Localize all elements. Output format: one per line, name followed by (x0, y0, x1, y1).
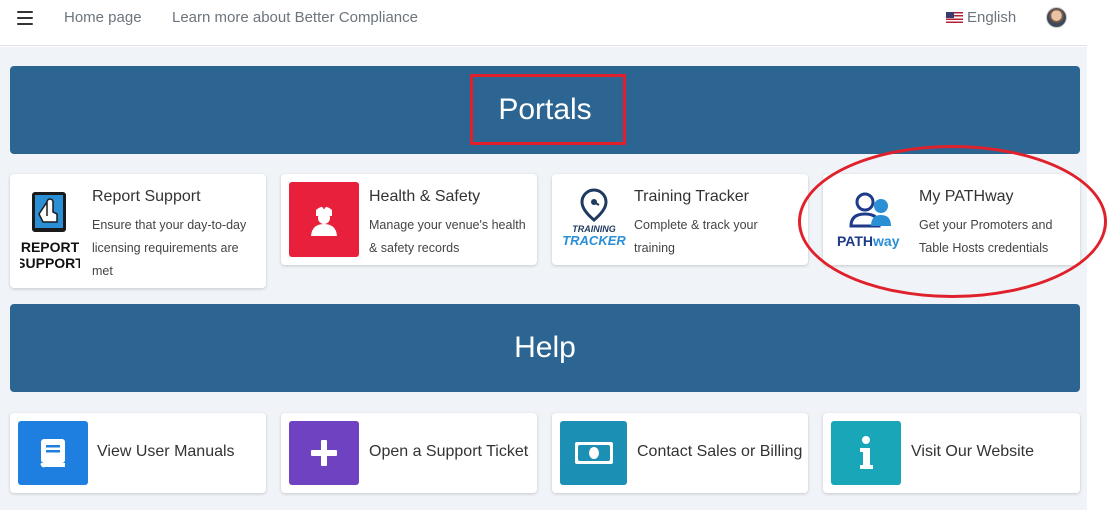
help-tile (831, 421, 901, 485)
user-avatar[interactable] (1046, 7, 1067, 28)
money-icon (574, 442, 613, 464)
portal-description: Ensure that your day-to-day licensing re… (92, 218, 247, 278)
menu-toggle-icon[interactable] (17, 11, 33, 25)
report-logo-text-1: REPORT (21, 239, 80, 255)
pathway-logo-icon: PATHway (837, 192, 900, 249)
info-icon (860, 436, 873, 469)
portal-card-training-tracker[interactable]: TRAINING TRACKER Training Tracker Comple… (552, 174, 808, 265)
us-flag-icon (946, 12, 963, 23)
portal-title: Report Support (92, 188, 201, 205)
pathway-logo-text-a: PATH (837, 233, 873, 249)
tracker-logo-text-2: TRACKER (562, 233, 626, 248)
training-tracker-logo-icon: TRAINING TRACKER (562, 188, 626, 248)
portal-title: My PATHway (919, 188, 1014, 205)
pathway-logo-text-b: way (872, 233, 900, 249)
report-support-logo-icon: REPORT SUPPORT (20, 192, 80, 271)
language-selector[interactable]: English (946, 9, 1016, 26)
portal-title: Training Tracker (634, 188, 749, 205)
help-tile (289, 421, 359, 485)
portal-title: Health & Safety (369, 188, 481, 205)
portals-title: Portals (498, 93, 592, 126)
book-icon (40, 439, 65, 468)
help-card-support-ticket[interactable]: Open a Support Ticket (281, 413, 537, 493)
help-card-website[interactable]: Visit Our Website (823, 413, 1080, 493)
help-banner: Help (10, 304, 1080, 392)
help-label: Visit Our Website (911, 443, 1035, 460)
nav-learn-more-link[interactable]: Learn more about Better Compliance (172, 9, 418, 26)
top-navbar: Home page Learn more about Better Compli… (0, 0, 1087, 46)
language-label: English (967, 9, 1017, 26)
help-label: Open a Support Ticket (369, 443, 529, 460)
portal-description: Get your Promoters and Table Hosts crede… (919, 218, 1053, 255)
portal-description: Complete & track your training (634, 218, 758, 255)
nurse-icon (311, 204, 337, 236)
portal-card-health-safety[interactable]: Health & Safety Manage your venue's heal… (281, 174, 537, 265)
help-title: Help (514, 331, 576, 364)
help-tile (18, 421, 88, 485)
help-label: Contact Sales or Billing (637, 443, 803, 460)
report-logo-text-2: SUPPORT (20, 255, 80, 271)
help-tile (560, 421, 627, 485)
help-card-sales-billing[interactable]: Contact Sales or Billing (552, 413, 808, 493)
plus-icon (311, 440, 337, 466)
nav-home-link[interactable]: Home page (64, 9, 142, 26)
help-card-user-manuals[interactable]: View User Manuals (10, 413, 266, 493)
portal-card-my-pathway[interactable]: PATHway My PATHway Get your Promoters an… (823, 174, 1080, 265)
health-safety-tile (289, 182, 359, 257)
portal-card-report-support[interactable]: REPORT SUPPORT Report Support Ensure tha… (10, 174, 266, 288)
help-label: View User Manuals (97, 443, 235, 460)
portals-banner: Portals (10, 66, 1080, 154)
portal-description: Manage your venue's health & safety reco… (369, 218, 526, 255)
svg-text:PATHway: PATHway (837, 233, 900, 249)
